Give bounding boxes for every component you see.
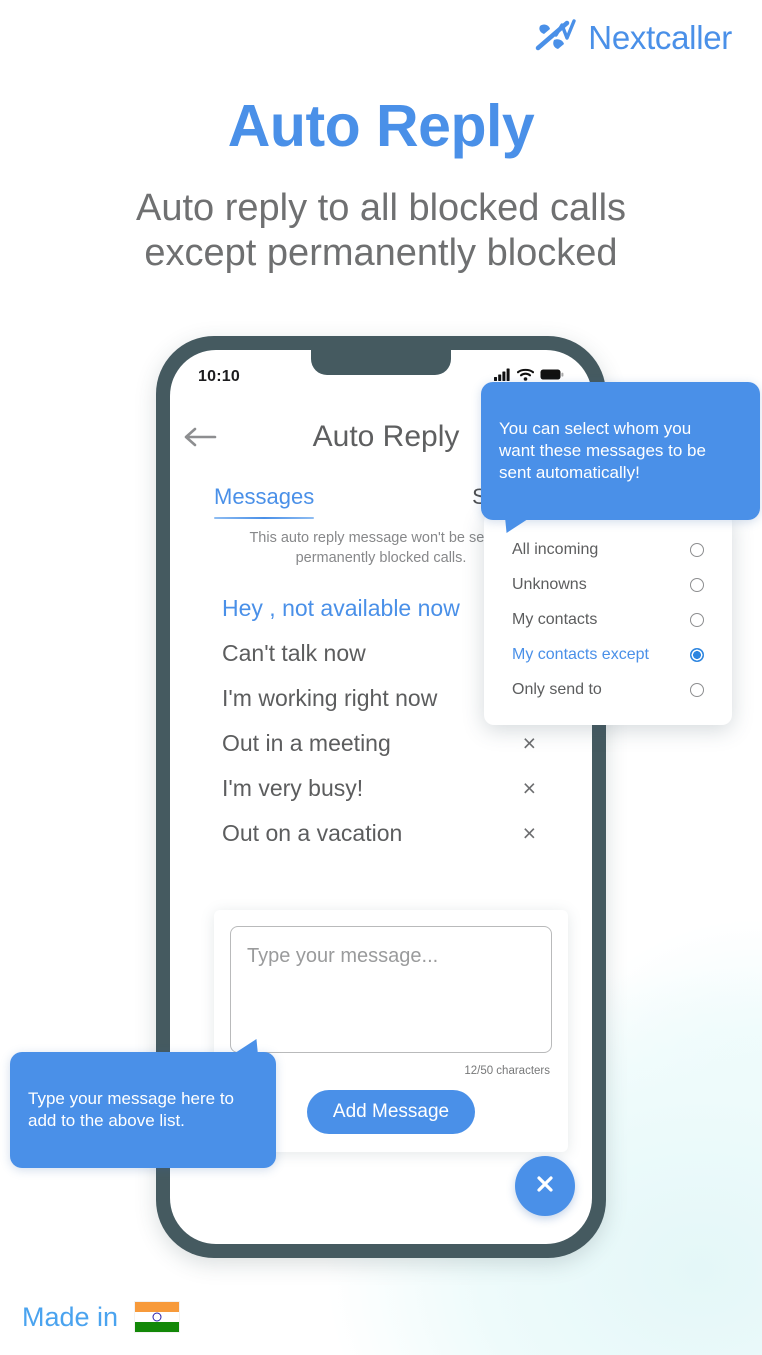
- brand-logo-group: Nextcaller: [534, 18, 732, 58]
- send-to-dropdown: All incoming Unknowns My contacts My con…: [484, 501, 732, 725]
- brand-name: Nextcaller: [588, 19, 732, 56]
- radio-button-icon[interactable]: [690, 543, 704, 557]
- tab-active-underline: [214, 517, 315, 519]
- radio-button-icon[interactable]: [690, 613, 704, 627]
- page-title: Auto Reply: [227, 93, 535, 159]
- made-in-footer: Made in: [22, 1301, 181, 1333]
- radio-button-icon[interactable]: [690, 683, 704, 697]
- tooltip-compose-text: Type your message here to add to the abo…: [28, 1089, 235, 1130]
- delete-message-icon[interactable]: ×: [519, 822, 540, 845]
- tab-messages[interactable]: Messages: [214, 484, 315, 527]
- tooltip-send-to: You can select whom you want these messa…: [481, 382, 760, 533]
- message-list-item[interactable]: Out on a vacation ×: [222, 811, 540, 856]
- dropdown-option-label: All incoming: [512, 541, 599, 558]
- delete-message-icon[interactable]: ×: [519, 732, 540, 755]
- tooltip-send-to-text: You can select whom you want these messa…: [499, 419, 706, 482]
- page-subtitle: Auto reply to all blocked calls except p…: [135, 187, 627, 274]
- message-text: Out on a vacation: [222, 820, 403, 846]
- nextcaller-logo-icon: [534, 18, 578, 58]
- delete-message-icon[interactable]: ×: [519, 777, 540, 800]
- message-list-item[interactable]: Out in a meeting ×: [222, 721, 540, 766]
- character-counter: 12/50 characters: [464, 1065, 550, 1077]
- made-in-label: Made in: [22, 1301, 119, 1332]
- dropdown-option-label: Unknowns: [512, 576, 587, 593]
- status-time: 10:10: [198, 368, 240, 385]
- message-text: I'm working right now: [222, 685, 438, 711]
- message-text: Out in a meeting: [222, 730, 391, 756]
- add-message-button[interactable]: Add Message: [307, 1090, 475, 1134]
- dropdown-option-my-contacts[interactable]: My contacts: [484, 607, 732, 633]
- page-root: Nextcaller Auto Reply Auto reply to all …: [0, 0, 762, 1355]
- india-flag-icon: [134, 1301, 181, 1333]
- dropdown-option-label: My contacts: [512, 611, 598, 628]
- tooltip-compose: Type your message here to add to the abo…: [10, 1039, 276, 1168]
- dropdown-option-all-incoming[interactable]: All incoming: [484, 537, 732, 563]
- message-text: Hey , not available now: [222, 595, 460, 621]
- flag-green-stripe: [135, 1321, 180, 1332]
- dropdown-option-label: Only send to: [512, 681, 602, 698]
- dropdown-option-unknowns[interactable]: Unknowns: [484, 572, 732, 598]
- tab-messages-label: Messages: [214, 484, 315, 509]
- radio-button-icon[interactable]: [690, 578, 704, 592]
- message-list-item[interactable]: I'm very busy! ×: [222, 766, 540, 811]
- dropdown-option-label: My contacts except: [512, 646, 649, 663]
- message-text: I'm very busy!: [222, 775, 364, 801]
- radio-button-selected-icon[interactable]: [690, 648, 704, 662]
- flag-ashoka-chakra: [152, 1312, 162, 1322]
- flag-saffron-stripe: [135, 1302, 180, 1312]
- message-input[interactable]: [230, 926, 552, 1053]
- close-fab-button[interactable]: [515, 1156, 575, 1216]
- dropdown-option-my-contacts-except[interactable]: My contacts except: [484, 642, 732, 668]
- dropdown-option-only-send-to[interactable]: Only send to: [484, 677, 732, 703]
- back-arrow-icon[interactable]: [170, 426, 230, 448]
- close-x-icon: [533, 1172, 557, 1201]
- message-text: Can't talk now: [222, 640, 366, 666]
